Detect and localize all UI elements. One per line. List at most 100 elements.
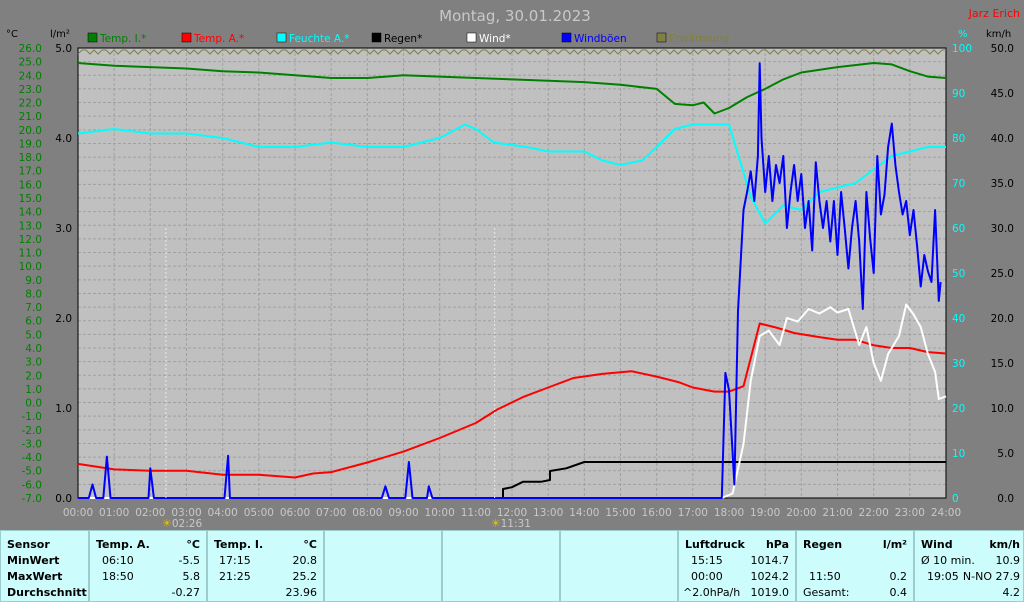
temp-a-min-value: -5.5 — [178, 554, 200, 567]
x-tick-label: 24:00 — [931, 507, 961, 519]
temp-tick-label: 17.0 — [19, 166, 42, 178]
temp-tick-label: 19.0 — [19, 138, 42, 150]
wind-tick-label: 5.0 — [997, 448, 1014, 460]
empty-column-1 — [324, 530, 442, 602]
empty-column-2 — [442, 530, 560, 602]
x-tick-label: 01:00 — [99, 507, 129, 519]
rain-tick-label: 5.0 — [55, 43, 72, 55]
pressure-max-value: 1024.2 — [750, 570, 790, 583]
x-tick-label: 05:00 — [244, 507, 274, 519]
rain-max-time: 11:50 — [809, 570, 841, 583]
weather-chart: Montag, 30.01.2023 Jarz Erich °C l/m² % … — [0, 0, 1024, 530]
temp-tick-label: 10.0 — [19, 261, 42, 273]
temp-tick-label: 3.0 — [25, 357, 42, 369]
x-tick-label: 09:00 — [388, 507, 418, 519]
empty-column-3 — [560, 530, 678, 602]
temp-tick-label: 21.0 — [19, 111, 42, 123]
x-tick-label: 22:00 — [859, 507, 889, 519]
wind-tick-label: 40.0 — [991, 133, 1014, 145]
x-tick-label: 07:00 — [316, 507, 346, 519]
temp-tick-label: 6.0 — [25, 316, 42, 328]
temp-tick-label: 13.0 — [19, 220, 42, 232]
x-tick-label: 17:00 — [678, 507, 708, 519]
row-label-min: MinWert — [7, 554, 60, 567]
temp-a-min-time: 06:10 — [102, 554, 134, 567]
rain-tick-label: 1.0 — [55, 403, 72, 415]
rain-max-value: 0.2 — [889, 570, 908, 583]
temp-tick-label: -4.0 — [22, 452, 43, 464]
unit-rain: l/m² — [50, 29, 70, 40]
row-label-max: MaxWert — [7, 570, 63, 583]
sensor-column: Sensor MinWert MaxWert Durchschnitt — [0, 530, 89, 602]
temp-tick-label: 24.0 — [19, 70, 42, 82]
temp-tick-label: 23.0 — [19, 84, 42, 96]
temp-tick-label: -1.0 — [22, 411, 43, 423]
temp-tick-label: 9.0 — [25, 275, 42, 287]
wind-max-value: N-NO 27.9 — [962, 570, 1020, 583]
row-label-avg: Durchschnitt — [7, 586, 87, 599]
x-tick-label: 18:00 — [714, 507, 744, 519]
unit-wind: km/h — [986, 29, 1011, 40]
legend-swatch — [371, 32, 382, 43]
wind-tick-label: 45.0 — [991, 88, 1014, 100]
humidity-tick-label: 70 — [952, 178, 965, 190]
rain-total-value: 0.4 — [889, 586, 908, 599]
temp-i-unit: °C — [303, 538, 317, 551]
legend-swatch — [656, 32, 667, 43]
wind-unit: km/h — [989, 538, 1020, 551]
sun-marker-icon: ☀ — [162, 517, 172, 530]
legend-swatch — [466, 32, 477, 43]
temp-tick-label: -5.0 — [22, 466, 43, 478]
rain-total-label: Gesamt: — [803, 586, 850, 599]
chart-title: Montag, 30.01.2023 — [439, 7, 591, 25]
sun-marker-label: 02:26 — [172, 518, 203, 530]
humidity-tick-label: 10 — [952, 448, 965, 460]
wind-tick-label: 25.0 — [991, 268, 1014, 280]
wind-header: Wind — [921, 538, 953, 551]
temp-i-column: Temp. I. °C 17:15 20.8 21:25 25.2 23.96 — [207, 530, 324, 602]
rain-tick-label: 4.0 — [55, 133, 72, 145]
legend-label: Regen* — [384, 33, 422, 45]
temp-a-column: Temp. A. °C 06:10 -5.5 18:50 5.8 -0.27 — [89, 530, 207, 602]
legend-swatch — [87, 32, 98, 43]
legend-label: Erwärmung — [669, 33, 729, 45]
humidity-tick-label: 0 — [952, 493, 959, 505]
x-tick-label: 15:00 — [605, 507, 635, 519]
temp-tick-label: 26.0 — [19, 43, 42, 55]
rain-column: Regen l/m² 11:50 0.2 Gesamt: 0.4 — [796, 530, 914, 602]
temp-tick-label: 14.0 — [19, 207, 42, 219]
humidity-tick-label: 90 — [952, 88, 965, 100]
wind-tick-label: 30.0 — [991, 223, 1014, 235]
temp-tick-label: 15.0 — [19, 193, 42, 205]
temp-i-max-time: 21:25 — [219, 570, 251, 583]
x-tick-label: 00:00 — [63, 507, 93, 519]
temp-i-header: Temp. I. — [214, 538, 264, 551]
x-tick-label: 13:00 — [533, 507, 563, 519]
unit-temp: °C — [6, 29, 18, 40]
temp-tick-label: 18.0 — [19, 152, 42, 164]
sun-marker-label: 11:31 — [501, 518, 531, 530]
pressure-unit: hPa — [765, 538, 789, 551]
rain-tick-label: 2.0 — [55, 313, 72, 325]
temp-i-min-value: 20.8 — [292, 554, 318, 567]
pressure-column: Luftdruck hPa 15:15 1014.7 00:00 1024.2 … — [678, 530, 796, 602]
wind-column: Wind km/h Ø 10 min. 10.9 19:05 N-NO 27.9… — [914, 530, 1024, 602]
humidity-tick-label: 20 — [952, 403, 965, 415]
temp-tick-label: 5.0 — [25, 329, 42, 341]
legend-label: Windböen — [574, 33, 627, 45]
x-tick-label: 23:00 — [895, 507, 925, 519]
unit-humidity: % — [958, 29, 968, 40]
temp-i-avg-value: 23.96 — [285, 586, 318, 599]
x-tick-label: 20:00 — [786, 507, 816, 519]
x-tick-label: 21:00 — [822, 507, 852, 519]
legend-label: Temp. A.* — [193, 33, 244, 45]
temp-a-header: Temp. A. — [96, 538, 150, 551]
x-tick-label: 14:00 — [569, 507, 599, 519]
rain-header: Regen — [803, 538, 843, 551]
wind-tick-label: 35.0 — [991, 178, 1014, 190]
wind-max-time: 19:05 — [927, 570, 959, 583]
temp-tick-label: 20.0 — [19, 125, 42, 137]
legend-swatch — [561, 32, 572, 43]
wind-day-avg-value: 4.2 — [1002, 586, 1021, 599]
humidity-tick-label: 50 — [952, 268, 965, 280]
